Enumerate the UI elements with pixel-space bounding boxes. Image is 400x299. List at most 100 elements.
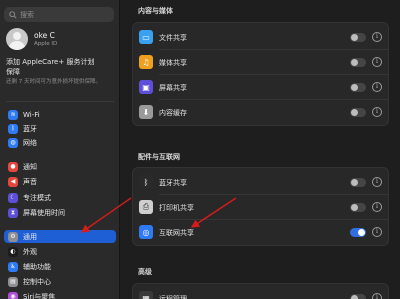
sidebar-item-7[interactable]: ⚙ 通用	[4, 230, 116, 243]
toggle-knob	[351, 34, 358, 41]
section-title: 高级	[138, 268, 152, 276]
toggle-switch[interactable]	[350, 203, 366, 212]
bluetooth-icon: ᛒ	[8, 123, 18, 134]
accessibility-icon: ♿	[8, 261, 18, 272]
info-icon[interactable]: i	[372, 202, 382, 212]
sidebar-item-label: 控制中心	[23, 277, 51, 286]
toggle-switch[interactable]	[350, 108, 366, 117]
settings-row[interactable]: ◎ 互联网共享 i	[133, 220, 388, 245]
section-title: 配件与互联网	[138, 153, 180, 161]
speaker-icon: ◀	[8, 176, 18, 187]
toggle-switch[interactable]	[350, 83, 366, 92]
toggle-switch[interactable]	[350, 33, 366, 42]
printer-icon: ⎙	[139, 200, 153, 214]
toggle-knob	[351, 204, 358, 211]
sidebar-item-0[interactable]: ≋ Wi-Fi	[4, 108, 116, 121]
content-cache-icon: ⬇	[139, 105, 153, 119]
sidebar-item-8[interactable]: ◐ 外观	[4, 245, 116, 258]
music-icon: ♫	[139, 55, 153, 69]
sidebar-item-label: 外观	[23, 247, 37, 256]
settings-group: ▦ 远程管理 i	[132, 283, 389, 299]
info-icon[interactable]: i	[372, 293, 382, 299]
search-placeholder: 搜索	[20, 10, 34, 19]
sidebar-item-label: 辅助功能	[23, 262, 51, 271]
settings-group: ᛒ 蓝牙共享 i ⎙ 打印机共享 i ◎ 互联网共享 i	[132, 167, 389, 246]
sidebar-item-label: 通知	[23, 162, 37, 171]
settings-row[interactable]: ᛒ 蓝牙共享 i	[133, 170, 388, 195]
sidebar-item-4[interactable]: ◀ 声音	[4, 175, 116, 188]
sidebar-item-3[interactable]: ● 通知	[4, 160, 116, 173]
sidebar-item-11[interactable]: ◉ Siri与聚焦	[4, 290, 116, 299]
remote-management-icon: ▦	[139, 291, 153, 299]
sidebar-item-6[interactable]: ⧗ 屏幕使用时间	[4, 206, 116, 219]
info-icon[interactable]: i	[372, 227, 382, 237]
toggle-knob	[351, 84, 358, 91]
sidebar-item-label: Siri与聚焦	[23, 292, 56, 299]
settings-row-label: 内容缓存	[159, 108, 187, 117]
globe-icon: ◎	[139, 225, 153, 239]
sidebar-item-5[interactable]: ☾ 专注模式	[4, 191, 116, 204]
profile-name: oke C	[34, 30, 55, 40]
sidebar-item-10[interactable]: ▤ 控制中心	[4, 275, 116, 288]
toggle-switch[interactable]	[350, 294, 366, 299]
settings-row[interactable]: ▦ 远程管理 i	[133, 286, 388, 299]
settings-row-label: 互联网共享	[159, 228, 194, 237]
applecare-title-line1: 添加 AppleCare+ 服务计划	[6, 58, 95, 66]
main-panel: 内容与媒体 ▭ 文件共享 i ♫ 媒体共享 i ▣ 屏幕共享 i ⬇ 内容缓存 i 配件与互联网 ᛒ 蓝牙共享…	[121, 0, 400, 299]
sidebar-item-1[interactable]: ᛒ 蓝牙	[4, 122, 116, 135]
wifi-icon: ≋	[8, 109, 18, 120]
sidebar-item-label: Wi-Fi	[23, 110, 40, 119]
applecare-description: 还剩 7 天时间可为意外损坏提供保障。	[6, 79, 101, 85]
bluetooth-icon: ᛒ	[139, 175, 153, 189]
info-icon[interactable]: i	[372, 57, 382, 67]
control-center-icon: ▤	[8, 276, 18, 287]
settings-group: ▭ 文件共享 i ♫ 媒体共享 i ▣ 屏幕共享 i ⬇ 内容缓存 i	[132, 22, 389, 126]
toggle-switch[interactable]	[350, 58, 366, 67]
settings-row[interactable]: ▣ 屏幕共享 i	[133, 75, 388, 100]
settings-row[interactable]: ▭ 文件共享 i	[133, 25, 388, 50]
profile-subtitle: Apple ID	[34, 40, 58, 47]
gear-icon: ⚙	[8, 231, 18, 242]
search-field[interactable]: 搜索	[4, 7, 114, 22]
toggle-knob	[351, 109, 358, 116]
sidebar-item-2[interactable]: ◍ 网络	[4, 136, 116, 149]
bell-icon: ●	[8, 161, 18, 172]
avatar	[6, 28, 28, 50]
info-icon[interactable]: i	[372, 32, 382, 42]
settings-row-label: 远程管理	[159, 294, 187, 299]
settings-row[interactable]: ⎙ 打印机共享 i	[133, 195, 388, 220]
sidebar: 搜索 oke C Apple ID 添加 AppleCare+ 服务计划 保障 …	[0, 0, 120, 299]
section-title: 内容与媒体	[138, 7, 173, 15]
settings-row[interactable]: ⬇ 内容缓存 i	[133, 100, 388, 125]
apple-id-profile[interactable]: oke C Apple ID	[6, 27, 118, 51]
search-icon	[9, 10, 17, 19]
appearance-icon: ◐	[8, 246, 18, 257]
settings-row-label: 文件共享	[159, 33, 187, 42]
sidebar-item-label: 专注模式	[23, 193, 51, 202]
screen-sharing-icon: ▣	[139, 80, 153, 94]
info-icon[interactable]: i	[372, 82, 382, 92]
settings-row[interactable]: ♫ 媒体共享 i	[133, 50, 388, 75]
sidebar-divider	[6, 101, 114, 102]
info-icon[interactable]: i	[372, 177, 382, 187]
toggle-switch[interactable]	[350, 228, 366, 237]
sidebar-item-label: 屏幕使用时间	[23, 208, 65, 217]
settings-row-label: 蓝牙共享	[159, 178, 187, 187]
sidebar-item-label: 通用	[23, 232, 37, 241]
folder-icon: ▭	[139, 30, 153, 44]
applecare-title-line2: 保障	[6, 68, 20, 76]
toggle-knob	[351, 179, 358, 186]
sidebar-item-label: 声音	[23, 177, 37, 186]
settings-row-label: 屏幕共享	[159, 83, 187, 92]
info-icon[interactable]: i	[372, 107, 382, 117]
sidebar-item-9[interactable]: ♿ 辅助功能	[4, 260, 116, 273]
moon-icon: ☾	[8, 192, 18, 203]
sidebar-item-label: 网络	[23, 138, 37, 147]
toggle-knob	[358, 229, 365, 236]
toggle-switch[interactable]	[350, 178, 366, 187]
settings-row-label: 媒体共享	[159, 58, 187, 67]
network-icon: ◍	[8, 137, 18, 148]
applecare-promo[interactable]: 添加 AppleCare+ 服务计划 保障 还剩 7 天时间可为意外损坏提供保障…	[6, 57, 116, 87]
toggle-knob	[351, 59, 358, 66]
hourglass-icon: ⧗	[8, 207, 18, 218]
